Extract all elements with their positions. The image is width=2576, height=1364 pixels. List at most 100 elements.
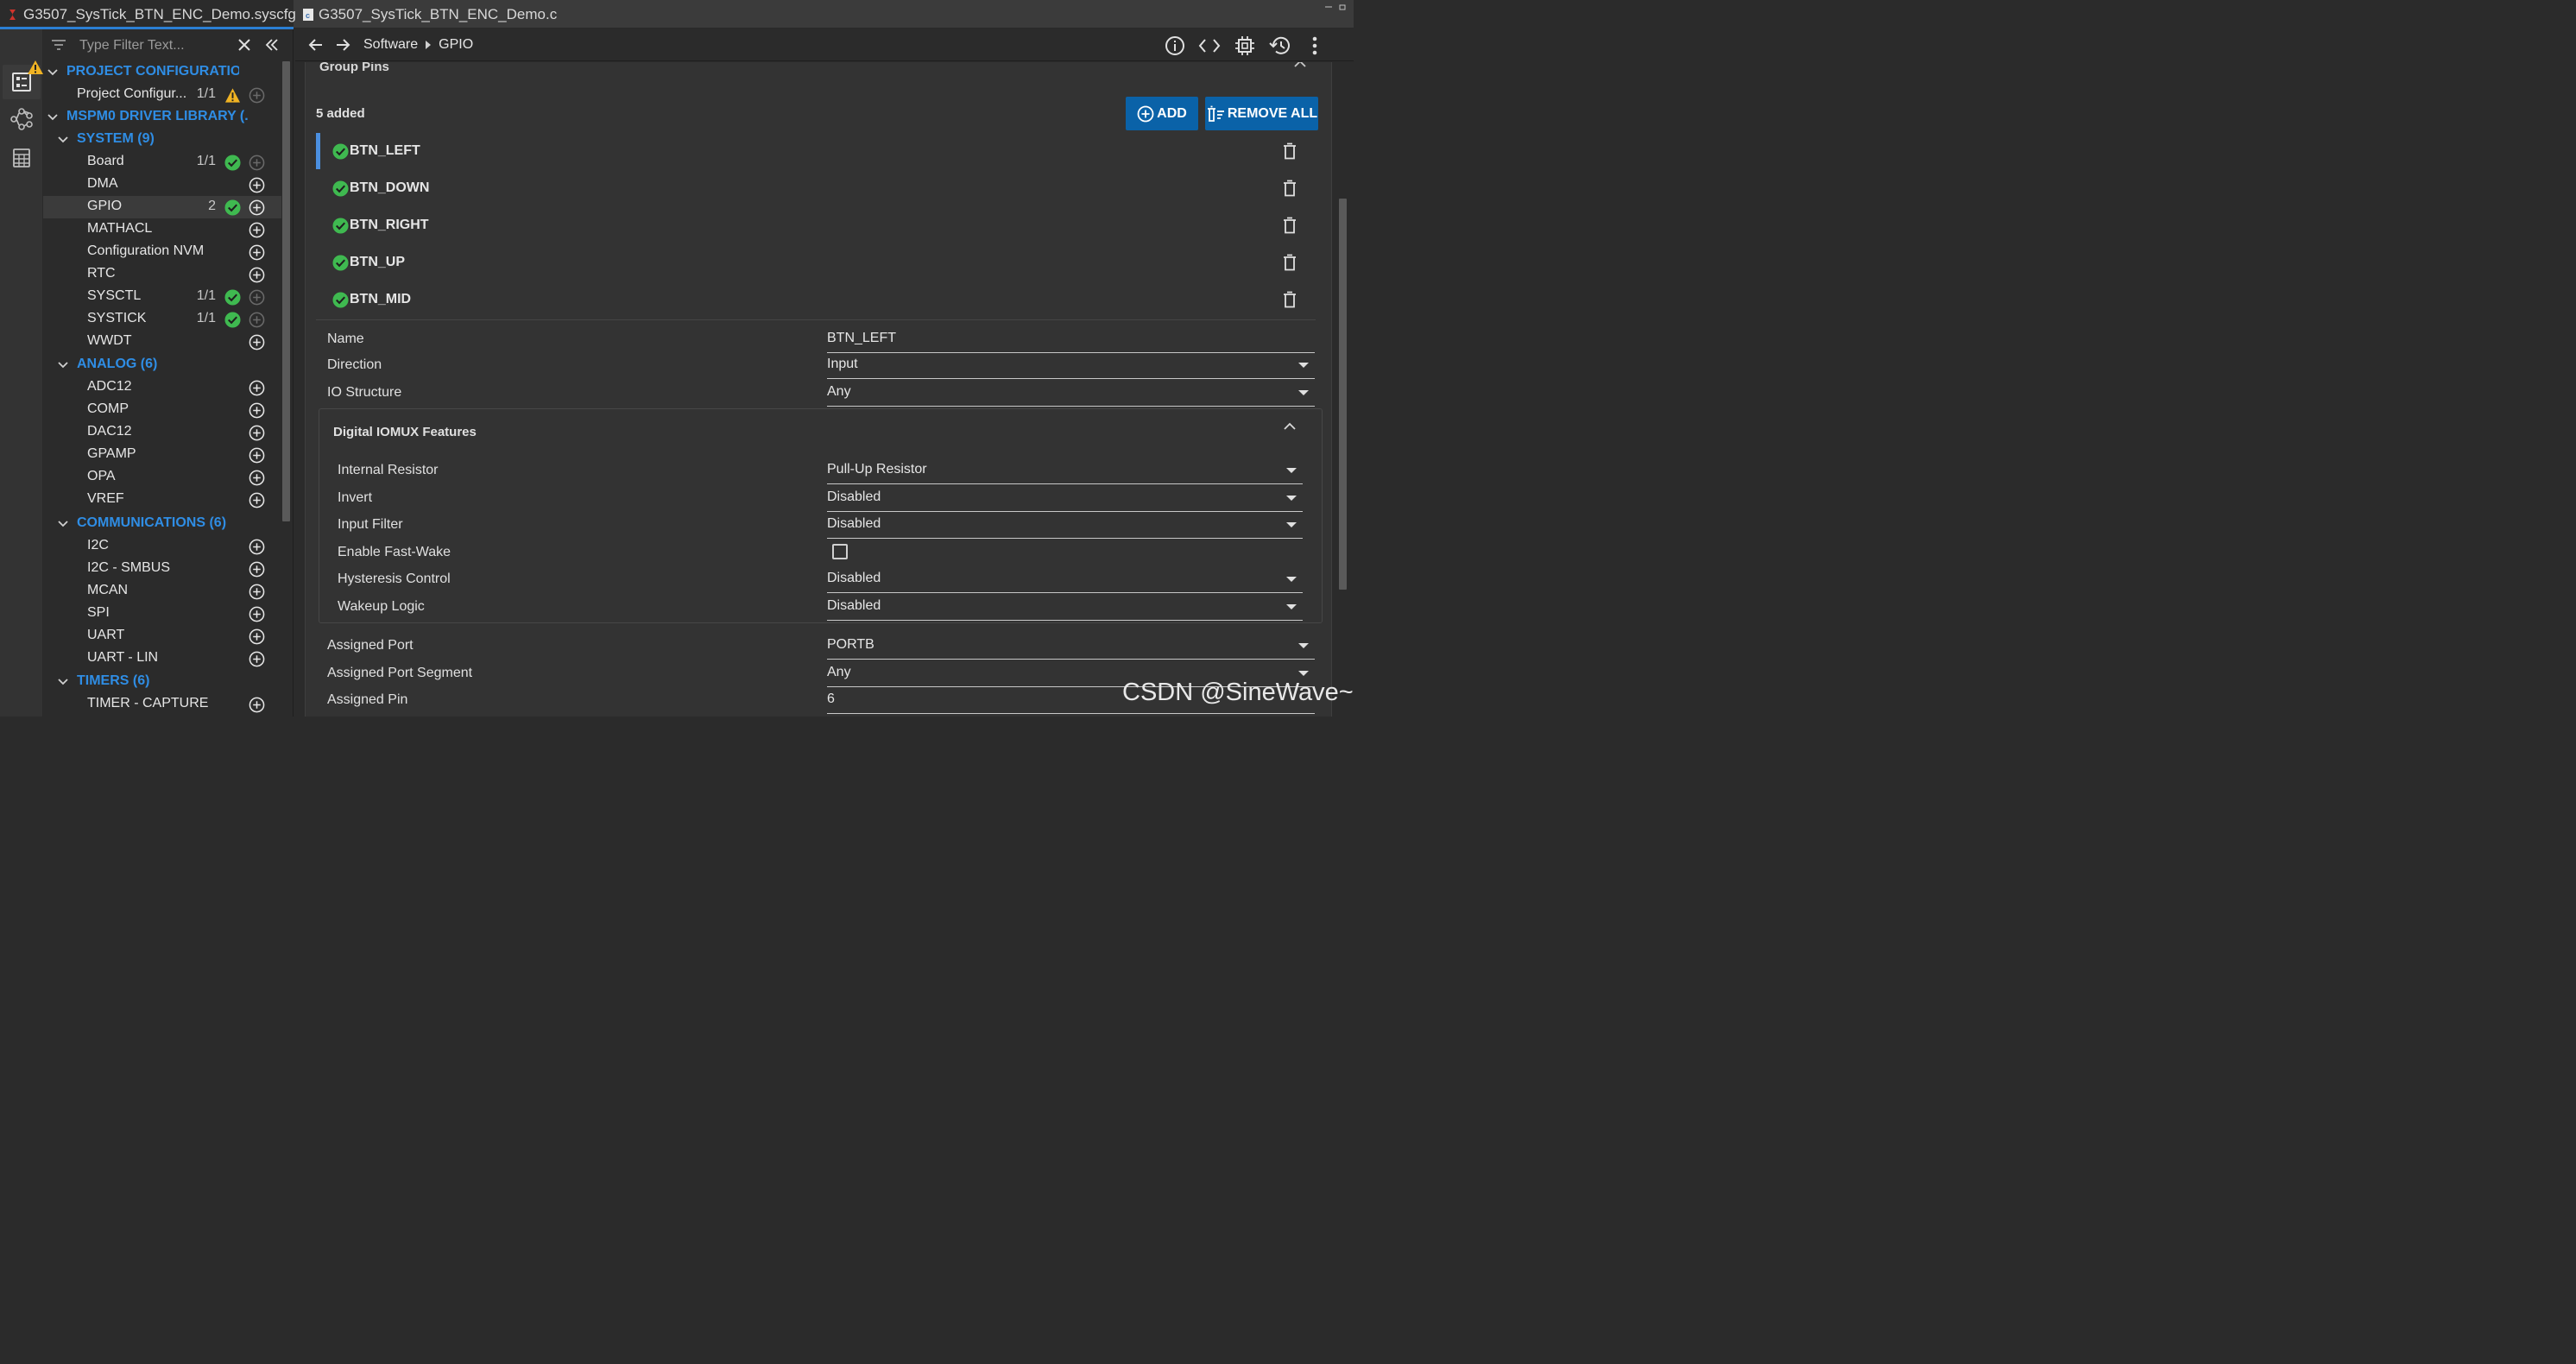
add-module-icon[interactable] bbox=[249, 199, 265, 216]
assigned-pin-input[interactable]: 6 bbox=[827, 691, 835, 707]
tree-category-mspm0-driver-library[interactable]: MSPM0 DRIVER LIBRARY (... bbox=[43, 106, 281, 129]
add-module-icon[interactable] bbox=[249, 267, 265, 283]
add-module-icon[interactable] bbox=[249, 177, 265, 193]
tree-item-uart[interactable]: UART bbox=[43, 625, 281, 647]
code-view-button[interactable] bbox=[1198, 35, 1221, 57]
pin-row-btn-right[interactable]: BTN_RIGHT bbox=[316, 206, 1317, 243]
add-module-icon[interactable] bbox=[249, 628, 265, 645]
add-module-icon[interactable] bbox=[249, 380, 265, 396]
calculator-view-button[interactable] bbox=[8, 144, 35, 172]
collapse-panel-icon[interactable] bbox=[264, 37, 280, 53]
tree-item-gpamp[interactable]: GPAMP bbox=[43, 444, 281, 466]
direction-select[interactable]: Input bbox=[827, 357, 858, 372]
tree-item-timer-capture[interactable]: TIMER - CAPTURE bbox=[43, 693, 281, 716]
internal-resistor-select[interactable]: Pull-Up Resistor bbox=[827, 462, 927, 477]
tree-item-spi[interactable]: SPI bbox=[43, 603, 281, 625]
add-module-icon[interactable] bbox=[249, 425, 265, 441]
chevron-up-icon[interactable] bbox=[1283, 422, 1297, 431]
delete-icon[interactable] bbox=[1283, 254, 1297, 271]
tree-item-project-configuration[interactable]: Project Configur... 1/1 bbox=[43, 84, 281, 106]
add-pin-button[interactable]: ADD bbox=[1126, 97, 1198, 130]
chevron-down-icon[interactable] bbox=[47, 111, 59, 123]
tree-item-adc12[interactable]: ADC12 bbox=[43, 376, 281, 399]
io-structure-select[interactable]: Any bbox=[827, 384, 851, 400]
tree-category-system[interactable]: SYSTEM (9) bbox=[43, 129, 281, 151]
dropdown-arrow-icon[interactable] bbox=[1298, 390, 1309, 395]
tree-category-communications[interactable]: COMMUNICATIONS (6) bbox=[43, 513, 281, 535]
add-module-icon[interactable] bbox=[249, 561, 265, 578]
main-scrollbar[interactable] bbox=[1339, 199, 1347, 590]
add-module-icon[interactable] bbox=[249, 697, 265, 713]
delete-icon[interactable] bbox=[1283, 217, 1297, 234]
software-view-button[interactable] bbox=[3, 60, 43, 99]
dropdown-arrow-icon[interactable] bbox=[1286, 604, 1297, 609]
remove-all-button[interactable]: REMOVE ALL bbox=[1205, 97, 1318, 130]
history-button[interactable] bbox=[1269, 35, 1291, 57]
tree-item-dac12[interactable]: DAC12 bbox=[43, 421, 281, 444]
breadcrumb-software[interactable]: Software bbox=[363, 37, 418, 53]
delete-icon[interactable] bbox=[1283, 291, 1297, 308]
hysteresis-select[interactable]: Disabled bbox=[827, 571, 881, 586]
chevron-up-icon[interactable] bbox=[1293, 62, 1307, 68]
tree-category-analog[interactable]: ANALOG (6) bbox=[43, 354, 281, 376]
tree-category-timers[interactable]: TIMERS (6) bbox=[43, 671, 281, 693]
name-input[interactable]: BTN_LEFT bbox=[827, 331, 896, 346]
dropdown-arrow-icon[interactable] bbox=[1298, 643, 1309, 648]
fast-wake-checkbox[interactable] bbox=[832, 544, 848, 559]
tree-item-mcan[interactable]: MCAN bbox=[43, 580, 281, 603]
filter-input[interactable] bbox=[79, 35, 235, 56]
tree-item-configuration-nvm[interactable]: Configuration NVM bbox=[43, 241, 281, 263]
wakeup-logic-select[interactable]: Disabled bbox=[827, 598, 881, 614]
dropdown-arrow-icon[interactable] bbox=[1286, 522, 1297, 527]
add-module-icon[interactable] bbox=[249, 606, 265, 622]
chevron-down-icon[interactable] bbox=[57, 359, 69, 371]
add-module-icon[interactable] bbox=[249, 651, 265, 667]
tree-item-uart-lin[interactable]: UART - LIN bbox=[43, 647, 281, 670]
tab-c-file[interactable]: c G3507_SysTick_BTN_ENC_Demo.c bbox=[297, 0, 557, 28]
clear-filter-icon[interactable] bbox=[237, 37, 252, 53]
info-button[interactable] bbox=[1164, 35, 1186, 57]
chevron-down-icon[interactable] bbox=[47, 66, 59, 79]
delete-icon[interactable] bbox=[1283, 142, 1297, 160]
pin-row-btn-down[interactable]: BTN_DOWN bbox=[316, 169, 1317, 206]
add-module-icon[interactable] bbox=[249, 447, 265, 464]
forward-arrow-icon[interactable] bbox=[334, 36, 351, 54]
delete-icon[interactable] bbox=[1283, 180, 1297, 197]
chevron-down-icon[interactable] bbox=[57, 134, 69, 146]
tree-item-vref[interactable]: VREF bbox=[43, 489, 281, 511]
tree-category-project-config[interactable]: PROJECT CONFIGURATIO... bbox=[43, 61, 281, 84]
add-module-icon[interactable] bbox=[249, 402, 265, 419]
dropdown-arrow-icon[interactable] bbox=[1286, 496, 1297, 501]
chip-view-button[interactable] bbox=[1234, 35, 1256, 57]
invert-select[interactable]: Disabled bbox=[827, 489, 881, 505]
tree-item-sysctl[interactable]: SYSCTL 1/1 bbox=[43, 286, 281, 308]
tab-syscfg[interactable]: G3507_SysTick_BTN_ENC_Demo.syscfg ✕ bbox=[0, 0, 313, 29]
add-module-icon[interactable] bbox=[249, 244, 265, 261]
input-filter-select[interactable]: Disabled bbox=[827, 516, 881, 532]
add-module-icon[interactable] bbox=[249, 539, 265, 555]
tree-item-rtc[interactable]: RTC bbox=[43, 263, 281, 286]
chevron-down-icon[interactable] bbox=[57, 518, 69, 530]
tree-item-systick[interactable]: SYSTICK 1/1 bbox=[43, 308, 281, 331]
tree-item-wwdt[interactable]: WWDT bbox=[43, 331, 281, 353]
add-module-icon[interactable] bbox=[249, 584, 265, 600]
pin-row-btn-up[interactable]: BTN_UP bbox=[316, 243, 1317, 281]
tree-item-i2c[interactable]: I2C bbox=[43, 535, 281, 558]
tree-item-gpio[interactable]: GPIO 2 bbox=[43, 196, 281, 218]
tree-item-mathacl[interactable]: MATHACL bbox=[43, 218, 281, 241]
more-options-button[interactable] bbox=[1304, 35, 1326, 57]
tree-item-board[interactable]: Board 1/1 bbox=[43, 151, 281, 174]
add-module-icon[interactable] bbox=[249, 492, 265, 508]
restore-icon[interactable] bbox=[1338, 3, 1347, 11]
network-view-button[interactable] bbox=[8, 105, 35, 133]
minimize-icon[interactable] bbox=[1324, 3, 1333, 11]
pin-row-btn-mid[interactable]: BTN_MID bbox=[316, 281, 1317, 318]
tree-item-dma[interactable]: DMA bbox=[43, 174, 281, 196]
tree-item-opa[interactable]: OPA bbox=[43, 466, 281, 489]
add-module-icon[interactable] bbox=[249, 334, 265, 350]
tree-scrollbar[interactable] bbox=[282, 61, 290, 521]
pin-row-btn-left[interactable]: BTN_LEFT bbox=[316, 132, 1317, 169]
dropdown-arrow-icon[interactable] bbox=[1298, 363, 1309, 368]
back-arrow-icon[interactable] bbox=[307, 36, 325, 54]
tree-item-i2c-smbus[interactable]: I2C - SMBUS bbox=[43, 558, 281, 580]
